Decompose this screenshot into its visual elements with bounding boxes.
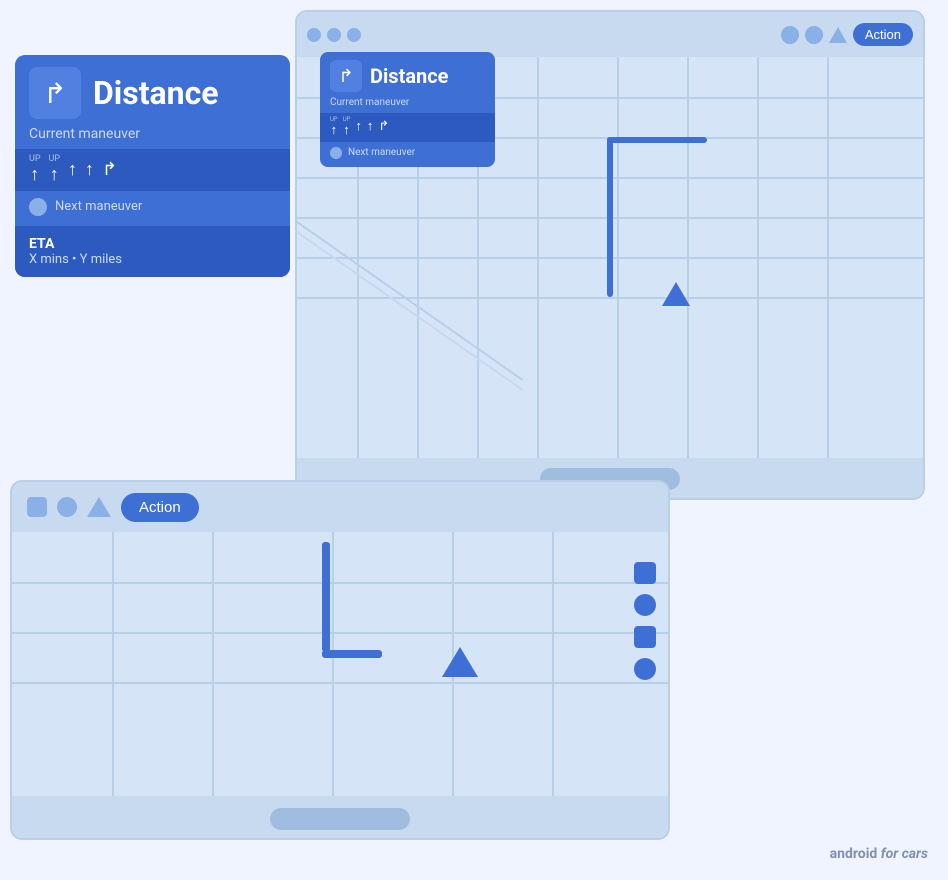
eta-detail: X mins • Y miles	[29, 252, 276, 267]
nav-subtitle-large: Current maneuver	[15, 125, 290, 149]
lane-icon-lg: ↱	[102, 160, 117, 180]
maneuver-icon-large: ↱	[29, 67, 81, 119]
icon-square[interactable]	[27, 497, 47, 517]
lane-icon: ↱	[378, 120, 389, 134]
top-dot	[307, 28, 321, 42]
street	[112, 532, 114, 796]
large-screen-bottom-bar	[12, 796, 668, 838]
eta-row: ETA X mins • Y miles	[15, 226, 290, 277]
street	[827, 57, 829, 458]
icon-triangle[interactable]	[829, 27, 847, 43]
street	[757, 57, 759, 458]
street	[332, 532, 334, 796]
maneuver-icon-small: ↱	[330, 60, 362, 92]
next-maneuver-large: Next maneuver	[15, 191, 290, 226]
watermark-prefix: android	[830, 846, 881, 862]
large-screen: Action	[10, 480, 670, 840]
nav-distance-large: Distance	[93, 74, 219, 112]
lane-icon-lg: ↑	[85, 160, 94, 180]
icon-triangle[interactable]	[87, 497, 111, 517]
lane-icon: ↑	[355, 120, 362, 134]
nav-card-large: ↱ Distance Current maneuver UP ↑ UP ↑ ↑ …	[15, 55, 290, 277]
small-screen-top-bar: Action	[297, 12, 923, 57]
icon-square[interactable]	[781, 26, 799, 44]
route-segment	[322, 542, 330, 652]
icon-circle[interactable]	[57, 497, 77, 517]
next-maneuver-small: Next maneuver	[320, 142, 495, 167]
lanes-row-small: UP ↑ UP ↑ ↑ ↑ ↱	[320, 113, 495, 142]
watermark-bold: for cars	[881, 846, 928, 862]
route-segment	[607, 137, 613, 297]
street	[12, 582, 668, 584]
map-right-icons	[634, 562, 656, 680]
map-icon-circle2[interactable]	[634, 658, 656, 680]
top-dot	[347, 28, 361, 42]
next-dot-large	[29, 198, 47, 216]
lane-icon-lg: ↑	[68, 160, 77, 180]
street	[212, 532, 214, 796]
bottom-pill-large	[270, 808, 410, 830]
nav-card-small: ↱ Distance Current maneuver UP ↑ UP ↑ ↑ …	[320, 52, 495, 167]
diagonal-road	[297, 207, 523, 381]
street	[617, 57, 619, 458]
street	[12, 632, 668, 634]
route-segment	[607, 137, 707, 143]
street	[552, 532, 554, 796]
lane-icon: UP ↑	[330, 117, 338, 138]
nav-card-small-header: ↱ Distance	[320, 52, 495, 96]
nav-subtitle-small: Current maneuver	[320, 96, 495, 113]
navigation-marker	[662, 282, 690, 306]
next-dot	[330, 147, 342, 159]
navigation-marker-large	[442, 647, 478, 677]
top-dot	[327, 28, 341, 42]
map-icon-square2[interactable]	[634, 626, 656, 648]
action-button-small[interactable]: Action	[853, 23, 913, 46]
lane-icon: ↑	[367, 120, 374, 134]
diagonal-road	[297, 217, 523, 391]
lane-icon-lg: UP ↑	[29, 155, 41, 185]
action-button-large[interactable]: Action	[121, 493, 199, 522]
nav-distance-small: Distance	[370, 64, 448, 88]
lanes-row-large: UP ↑ UP ↑ ↑ ↑ ↱	[15, 149, 290, 191]
map-icon-circle1[interactable]	[634, 594, 656, 616]
map-icon-square1[interactable]	[634, 562, 656, 584]
watermark: android for cars	[830, 846, 928, 862]
large-screen-top-bar: Action	[12, 482, 668, 532]
nav-card-large-header: ↱ Distance	[15, 55, 290, 125]
icon-circle[interactable]	[805, 26, 823, 44]
lane-icon-lg: UP ↑	[49, 155, 61, 185]
street	[687, 57, 689, 458]
large-screen-map	[12, 532, 668, 796]
street	[12, 682, 668, 684]
eta-title: ETA	[29, 236, 276, 252]
lane-icon: UP ↑	[343, 117, 351, 138]
street	[537, 57, 539, 458]
route-segment	[322, 650, 382, 658]
